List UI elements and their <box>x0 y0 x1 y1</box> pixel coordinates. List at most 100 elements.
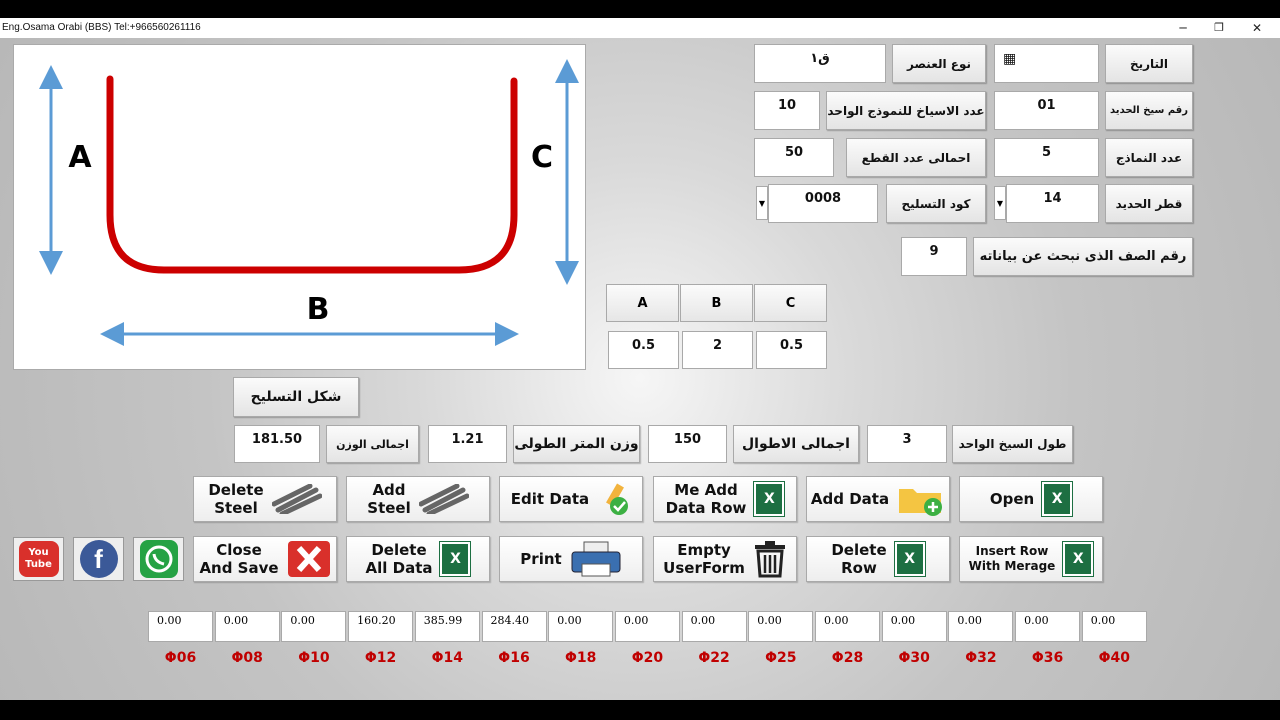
restore-button[interactable]: ❐ <box>1208 20 1230 36</box>
diameter-label: Φ12 <box>364 650 397 666</box>
bar-length-field[interactable]: 3 <box>867 425 947 463</box>
diameter-total-field[interactable]: 0.00 <box>815 611 880 642</box>
total-weight-label: اجمالى الوزن <box>326 425 419 463</box>
total-pieces-field[interactable]: 50 <box>754 138 834 177</box>
dim-value-c[interactable]: 0.5 <box>756 331 827 369</box>
diameter-total-field[interactable]: 0.00 <box>548 611 614 642</box>
dim-header-a: A <box>606 284 679 322</box>
dim-header-c: C <box>754 284 827 322</box>
diameter-label: Φ30 <box>898 650 930 666</box>
insert-row-with-merage-button[interactable]: Insert Row With Merage X <box>959 536 1103 582</box>
folder-add-icon <box>899 489 943 516</box>
diameter-label: Φ20 <box>631 650 664 666</box>
diameter-total-field[interactable]: 0.00 <box>281 611 347 642</box>
me-add-data-row-button[interactable]: Me Add Data Row X <box>653 476 797 522</box>
label-c: C <box>531 140 553 175</box>
search-row-label: رقم الصف الذى نبحث عن بياناته <box>973 237 1193 276</box>
diameter-total-field[interactable]: 0.00 <box>748 611 814 642</box>
calendar-icon[interactable]: ▦ <box>1003 51 1016 82</box>
unit-weight-label: وزن المتر الطولى <box>513 425 640 463</box>
facebook-icon: f <box>79 540 118 578</box>
steel-bars-icon <box>418 484 469 514</box>
diameter-total-field[interactable]: 385.99 <box>414 611 480 642</box>
dim-header-b: B <box>680 284 753 322</box>
delete-row-button[interactable]: Delete Row X <box>806 536 950 582</box>
print-button[interactable]: Print <box>499 536 643 582</box>
whatsapp-icon <box>139 540 178 578</box>
top-black-bar <box>0 0 1280 18</box>
steel-bars-icon <box>271 484 322 514</box>
diameter-label: Φ14 <box>431 650 463 666</box>
diameter-total-field[interactable]: 0.00 <box>681 611 747 642</box>
trash-icon <box>754 541 785 578</box>
models-count-field[interactable]: 5 <box>994 138 1099 177</box>
rebar-shape-button[interactable]: شكل التسليح <box>233 377 359 417</box>
diameter-label: Φ32 <box>965 650 997 666</box>
close-x-icon <box>287 541 330 577</box>
date-label: التاريخ <box>1105 44 1193 83</box>
total-length-field[interactable]: 150 <box>648 425 727 463</box>
unit-weight-field[interactable]: 1.21 <box>428 425 507 463</box>
excel-icon: X <box>1041 481 1074 517</box>
edit-check-icon <box>606 483 629 515</box>
delete-all-data-button[interactable]: Delete All Data X <box>346 536 490 582</box>
diameter-label: Φ40 <box>1098 650 1130 666</box>
excel-icon: X <box>893 541 926 577</box>
diameter-total-field[interactable]: 0.00 <box>948 611 1014 642</box>
diameter-total-field[interactable]: 0.00 <box>214 611 280 642</box>
whatsapp-button[interactable] <box>133 537 184 581</box>
search-row-field[interactable]: 9 <box>901 237 967 276</box>
rebar-code-label: كود التسليح <box>886 184 986 223</box>
close-window-button[interactable]: ✕ <box>1246 20 1268 36</box>
facebook-button[interactable]: f <box>73 537 124 581</box>
shape-preview: A C B <box>13 44 586 370</box>
add-steel-button[interactable]: Add Steel <box>346 476 490 522</box>
window-title: Eng.Osama Orabi (BBS) Tel:+966560261116 <box>2 22 201 33</box>
diameter-label: Φ08 <box>231 650 263 666</box>
edit-data-button[interactable]: Edit Data <box>499 476 643 522</box>
excel-icon: X <box>1062 541 1095 577</box>
minimize-button[interactable]: ─ <box>1172 20 1194 36</box>
close-and-save-button[interactable]: Close And Save <box>193 536 337 582</box>
window-titlebar: Eng.Osama Orabi (BBS) Tel:+966560261116 … <box>0 18 1280 38</box>
open-button[interactable]: Open X <box>959 476 1103 522</box>
dim-value-b[interactable]: 2 <box>682 331 753 369</box>
rebar-code-dropdown-arrow[interactable]: ▼ <box>756 186 768 220</box>
diameter-total-field[interactable]: 0.00 <box>1081 611 1147 642</box>
dim-value-a[interactable]: 0.5 <box>608 331 679 369</box>
excel-icon: X <box>439 541 472 577</box>
diameter-label: Φ28 <box>831 650 864 666</box>
youtube-button[interactable]: You Tube <box>13 537 64 581</box>
empty-userform-button[interactable]: Empty UserForm <box>653 536 797 582</box>
label-b: B <box>307 292 330 327</box>
bars-per-model-field[interactable]: 10 <box>754 91 820 130</box>
total-weight-field[interactable]: 181.50 <box>234 425 320 463</box>
diameter-label: Φ16 <box>498 650 530 666</box>
bottom-black-bar <box>0 700 1280 720</box>
youtube-icon: You Tube <box>18 541 59 577</box>
diameter-total-field[interactable]: 284.40 <box>481 611 547 642</box>
diameter-label: Φ18 <box>564 650 597 666</box>
diameter-total-field[interactable]: 0.00 <box>881 611 947 642</box>
diameter-total-field[interactable]: 0.00 <box>148 611 213 642</box>
label-a: A <box>68 140 92 175</box>
total-pieces-label: احمالى عدد القطع <box>846 138 986 177</box>
element-type-label: نوع العنصر <box>892 44 986 83</box>
diameter-combobox[interactable]: 14 <box>1006 184 1099 223</box>
date-field[interactable]: ▦ <box>994 44 1099 83</box>
diameter-total-field[interactable]: 0.00 <box>1015 611 1081 642</box>
element-type-field[interactable]: ق١ <box>754 44 886 83</box>
diameter-label: Φ25 <box>765 650 797 666</box>
rebar-code-combobox[interactable]: 0008 <box>768 184 878 223</box>
diameter-dropdown-arrow[interactable]: ▼ <box>994 186 1006 220</box>
add-data-button[interactable]: Add Data <box>806 476 950 522</box>
chevron-down-icon: ▼ <box>996 198 1004 208</box>
printer-icon <box>571 541 621 577</box>
diameter-total-field[interactable]: 0.00 <box>614 611 680 642</box>
shape-drawing: A C B <box>39 59 579 346</box>
delete-steel-button[interactable]: Delete Steel <box>193 476 337 522</box>
diameter-label: Φ36 <box>1031 650 1064 666</box>
diameter-total-field[interactable]: 160.20 <box>348 611 414 642</box>
mesh-number-field[interactable]: 01 <box>994 91 1099 130</box>
bar-length-label: طول السيخ الواحد <box>952 425 1073 463</box>
